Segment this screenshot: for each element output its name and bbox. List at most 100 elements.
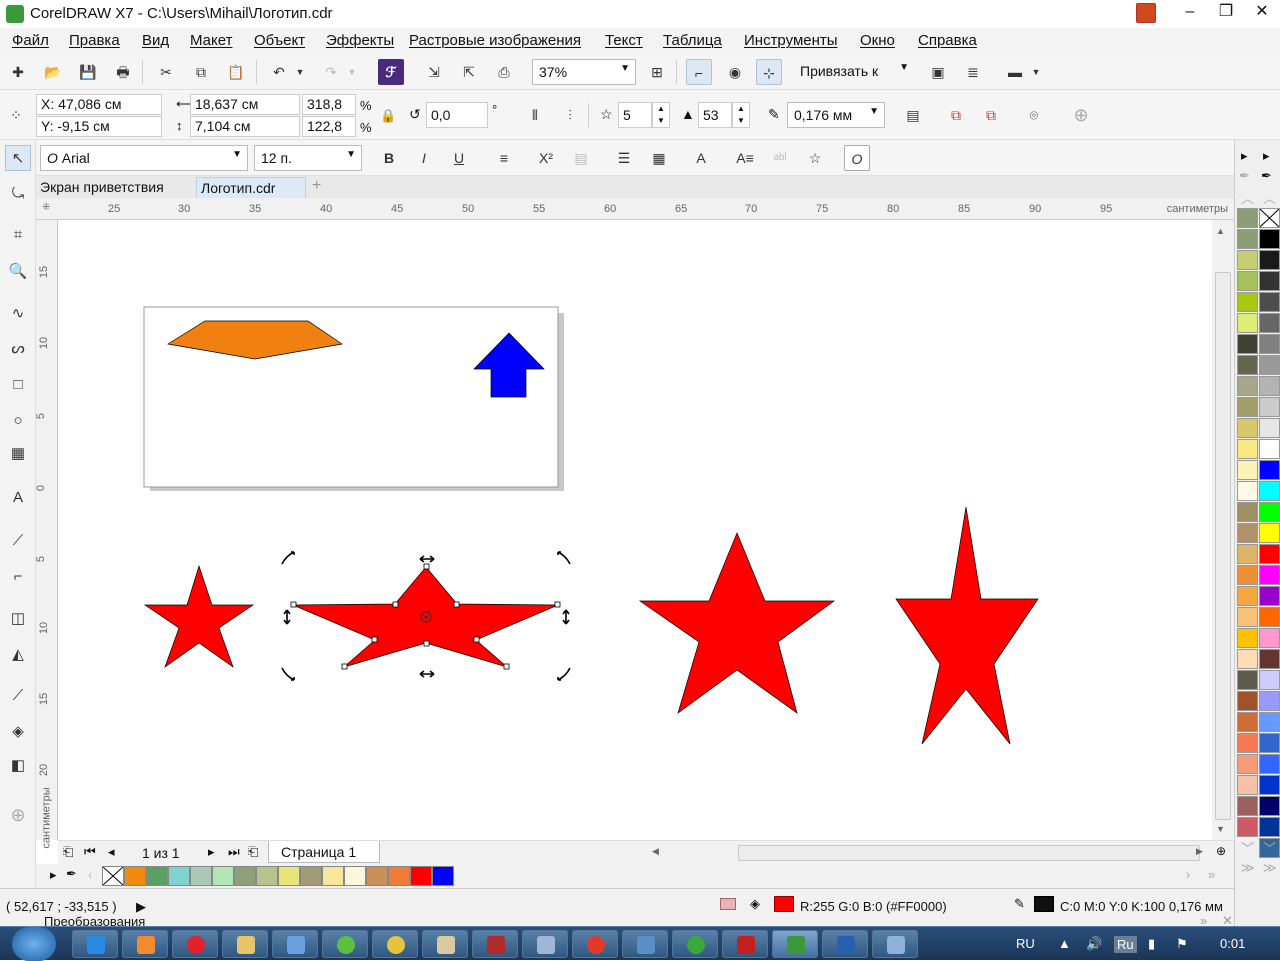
color-swatch[interactable] <box>1259 712 1280 732</box>
color-eyedropper-tool-icon[interactable]: ⟋ <box>5 683 31 709</box>
color-swatch[interactable] <box>1237 712 1258 732</box>
eyedropper-icon[interactable]: ✒ <box>66 866 77 882</box>
color-swatch[interactable] <box>1237 670 1258 690</box>
redo-dropdown-icon[interactable]: ▼ <box>344 59 360 85</box>
docker-collapse-icon[interactable]: » <box>1200 913 1207 926</box>
taskbar-pdf-reader[interactable] <box>472 930 518 958</box>
docker-title[interactable]: Преобразования <box>44 914 145 926</box>
shape-tool-icon[interactable]: ⤿ <box>5 181 31 207</box>
color-swatch[interactable] <box>1259 754 1280 774</box>
docker-close-icon[interactable]: ✕ <box>1222 913 1233 926</box>
taskbar-app[interactable] <box>622 930 668 958</box>
color-swatch[interactable] <box>1259 481 1280 501</box>
color-swatch[interactable] <box>1259 796 1280 816</box>
drop-cap-icon[interactable]: ▦ <box>646 145 672 171</box>
bullet-list-icon[interactable]: ☰ <box>611 145 637 171</box>
redo-icon[interactable]: ↷ <box>318 59 344 85</box>
position-x-field[interactable]: X: 47,086 см <box>36 94 162 115</box>
color-swatch[interactable] <box>1259 439 1280 459</box>
freehand-tool-icon[interactable]: ∿ <box>5 301 31 327</box>
mirror-vertical-icon[interactable]: ⫶ <box>557 102 583 128</box>
scroll-up-icon[interactable]: ▲ <box>1216 226 1225 236</box>
palette-flyout-icon[interactable]: ▸ <box>1241 148 1248 164</box>
color-swatch[interactable] <box>388 866 410 886</box>
color-swatch[interactable] <box>1259 397 1280 417</box>
horizontal-ruler[interactable]: ⁜ 25 30 35 40 45 50 55 60 65 70 75 80 85… <box>36 198 1234 220</box>
taskbar-chrome[interactable] <box>372 930 418 958</box>
color-swatch[interactable] <box>1259 607 1280 627</box>
menu-table[interactable]: Таблица <box>663 32 722 49</box>
color-swatch[interactable] <box>1237 292 1258 312</box>
color-swatch[interactable] <box>212 866 234 886</box>
to-back-icon[interactable]: ⧉ <box>978 102 1004 128</box>
italic-icon[interactable]: I <box>411 145 437 171</box>
clock[interactable]: 0:01 <box>1220 936 1245 951</box>
color-swatch[interactable] <box>1259 418 1280 438</box>
volume-icon[interactable]: 🔊 <box>1086 936 1102 952</box>
ellipse-tool-icon[interactable]: ○ <box>5 408 31 434</box>
open-icon[interactable]: 📂 <box>40 59 66 85</box>
color-swatch[interactable] <box>168 866 190 886</box>
color-swatch[interactable] <box>1259 775 1280 795</box>
add-tool-icon[interactable]: ⊕ <box>5 802 31 828</box>
color-swatch[interactable] <box>1259 523 1280 543</box>
menu-text[interactable]: Текст <box>605 32 643 49</box>
color-swatch[interactable] <box>1259 292 1280 312</box>
color-swatch[interactable] <box>410 866 432 886</box>
taskbar-app[interactable] <box>522 930 568 958</box>
palette-scroll-down-icon[interactable]: ﹀ <box>1263 838 1276 857</box>
taskbar-explorer[interactable] <box>222 930 268 958</box>
menu-effects[interactable]: Эффекты <box>326 32 394 49</box>
convert-to-curves-icon[interactable]: ⌾ <box>1021 102 1047 128</box>
navigator-icon[interactable]: ⊕ <box>1216 844 1226 858</box>
user-account-icon[interactable] <box>1136 3 1156 23</box>
smart-fill-tool-icon[interactable]: ◧ <box>5 753 31 779</box>
outline-color-swatch[interactable] <box>1034 896 1054 912</box>
object-width-field[interactable]: 18,637 см <box>190 94 300 115</box>
export-icon[interactable]: ⇱ <box>456 59 482 85</box>
color-swatch[interactable] <box>1237 502 1258 522</box>
show-rulers-icon[interactable]: ⌐ <box>686 59 712 85</box>
edit-text-icon[interactable]: A≡ <box>732 145 758 171</box>
mirror-horizontal-icon[interactable]: ⫴ <box>522 102 548 128</box>
polygon-tool-icon[interactable]: ▦ <box>5 441 31 467</box>
fill-bucket-icon[interactable]: ◈ <box>750 896 760 912</box>
palette-scroll-up-icon[interactable]: ︿ <box>1241 188 1254 207</box>
color-swatch[interactable] <box>1237 229 1258 249</box>
drop-shadow-tool-icon[interactable]: ◫ <box>5 606 31 632</box>
font-size-select[interactable]: 12 п. ▼ <box>254 145 362 171</box>
color-swatch[interactable] <box>1259 670 1280 690</box>
color-swatch[interactable] <box>1237 523 1258 543</box>
scale-height-field[interactable]: 122,8 <box>302 116 356 137</box>
network-icon[interactable]: ▮ <box>1148 936 1155 952</box>
show-grid-icon[interactable]: ◉ <box>722 59 748 85</box>
color-swatch[interactable] <box>256 866 278 886</box>
object-origin-icon[interactable]: ⁘ <box>3 102 29 128</box>
taskbar-mcafee[interactable] <box>722 930 768 958</box>
color-swatch[interactable] <box>1259 334 1280 354</box>
start-button[interactable] <box>12 927 56 961</box>
font-family-select[interactable]: O Arial ▼ <box>40 145 248 171</box>
add-page-after-icon[interactable]: ⎗ <box>248 844 258 860</box>
star-sharpness-field[interactable]: 53 <box>698 102 732 128</box>
eyedropper-icon[interactable]: ✒ <box>1261 168 1272 184</box>
publish-pdf-icon[interactable]: ⎙ <box>491 59 517 85</box>
menu-file[interactable]: Файл <box>12 32 49 49</box>
color-swatch[interactable] <box>1259 460 1280 480</box>
color-swatch[interactable] <box>366 866 388 886</box>
ruler-origin-icon[interactable]: ⁜ <box>42 202 50 213</box>
palette-scroll-up-icon[interactable]: ︿ <box>1263 188 1276 207</box>
text-align-icon[interactable]: ≡ <box>491 145 517 171</box>
object-height-field[interactable]: 7,104 см <box>190 116 300 137</box>
color-swatch[interactable] <box>344 866 366 886</box>
undo-dropdown-icon[interactable]: ▼ <box>292 59 308 85</box>
action-center-flag-icon[interactable]: ⚑ <box>1176 936 1188 952</box>
color-swatch[interactable] <box>1259 565 1280 585</box>
no-color-swatch[interactable] <box>1259 208 1280 228</box>
color-swatch[interactable] <box>1237 733 1258 753</box>
artistic-media-tool-icon[interactable]: ᔕ <box>5 336 31 362</box>
tab-welcome-screen[interactable]: Экран приветствия <box>36 177 168 198</box>
palette-scroll-down-icon[interactable]: ﹀ <box>1241 838 1254 857</box>
menu-tools[interactable]: Инструменты <box>744 32 838 49</box>
show-guidelines-icon[interactable]: ⊹ <box>756 59 782 85</box>
